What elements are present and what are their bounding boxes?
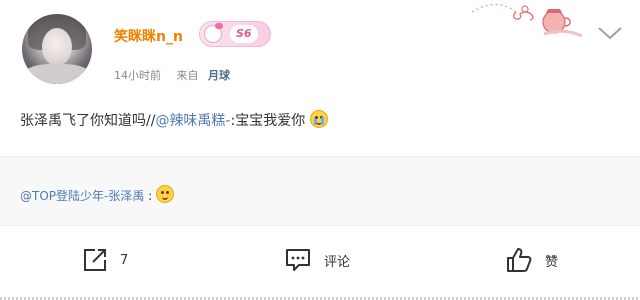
emoji-eye (319, 116, 323, 119)
post-text: 张泽禹飞了你知道吗//@辣味禹糕-:宝宝我爱你 (20, 110, 328, 130)
retweet-text: @TOP登陆少年-张泽禹 : (20, 185, 175, 204)
weibo-post: 笑眯眯n_n S6 14小时前 来自 月球 张泽禹飞了你知道吗//@辣味禹糕-:… (0, 0, 640, 300)
decoration-icon (471, 3, 583, 38)
post-meta: 14小时前 来自 月球 (114, 67, 230, 83)
bow-icon (215, 23, 223, 29)
emoji-eye (314, 116, 318, 119)
emoji-eye (161, 191, 165, 194)
post-header: 笑眯眯n_n S6 14小时前 来自 月球 (0, 0, 640, 96)
crying-emoji-icon (309, 110, 328, 128)
chevron-down-icon[interactable] (597, 23, 623, 43)
avatar-shoulder-shape (22, 64, 92, 84)
emoji-mouth (162, 197, 169, 200)
retweet-block[interactable]: @TOP登陆少年-张泽禹 : (0, 156, 640, 226)
action-bar: 7 评论 赞 (0, 226, 640, 300)
retweet-mention-link[interactable]: @TOP登陆少年-张泽禹 (20, 189, 144, 203)
username[interactable]: 笑眯眯n_n (114, 26, 183, 46)
level-label: S6 (230, 25, 258, 43)
like-label: 赞 (545, 254, 559, 270)
from-label: 来自 (176, 69, 199, 82)
mention-link[interactable]: @辣味禹糕- (155, 113, 230, 129)
avatar[interactable] (22, 14, 92, 84)
post-text-tail: :宝宝我爱你 (230, 113, 306, 129)
avatar-face-shape (42, 28, 72, 66)
smile-emoji-icon (156, 185, 175, 203)
share-count: 7 (120, 252, 129, 268)
share-icon (84, 249, 106, 271)
retweet-separator: : (144, 189, 153, 203)
emoji-eye (166, 191, 170, 194)
post-source[interactable]: 月球 (208, 69, 230, 82)
thumbs-up-icon (507, 248, 532, 272)
emoji-mouth (315, 122, 322, 125)
post-time[interactable]: 14小时前 (114, 69, 161, 82)
comment-icon (286, 249, 310, 271)
comment-button[interactable]: 评论 (284, 245, 350, 275)
member-badge[interactable]: S6 (199, 21, 271, 47)
share-button[interactable]: 7 (82, 245, 128, 275)
comment-label: 评论 (324, 254, 351, 270)
like-button[interactable]: 赞 (505, 245, 558, 275)
post-text-main: 张泽禹飞了你知道吗// (20, 113, 156, 129)
